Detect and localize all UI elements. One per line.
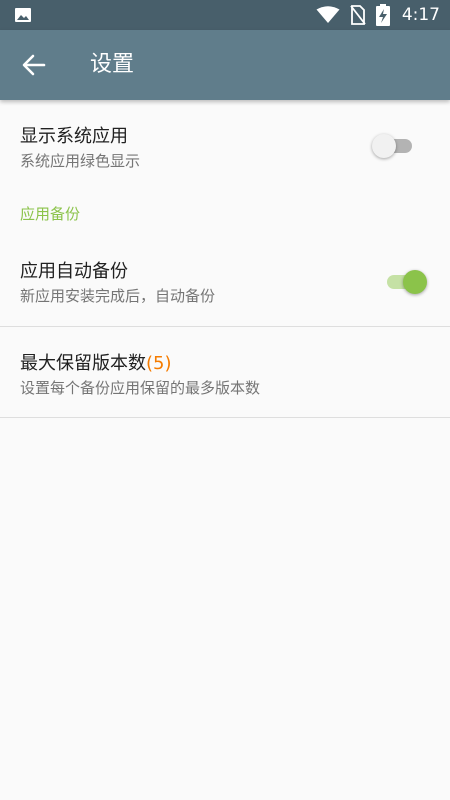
pref-summary: 新应用安装完成后，自动备份 [20, 287, 216, 305]
settings-list: 显示系统应用 系统应用绿色显示 应用备份 应用自动备份 新应用安装完成后，自动备… [0, 100, 450, 418]
auto-backup-toggle[interactable] [383, 267, 427, 297]
pref-max-versions[interactable]: 最大保留版本数(5) 设置每个备份应用保留的最多版本数 [0, 327, 450, 417]
pref-summary: 系统应用绿色显示 [20, 152, 141, 170]
pref-show-system-apps[interactable]: 显示系统应用 系统应用绿色显示 [0, 100, 450, 191]
no-sim-icon [350, 5, 366, 25]
status-time: 4:17 [401, 5, 440, 25]
category-title: 应用备份 [20, 205, 81, 223]
switch-thumb [372, 134, 396, 158]
arrow-left-icon[interactable] [20, 51, 48, 79]
page-title: 设置 [90, 52, 135, 77]
show-system-apps-toggle[interactable] [372, 131, 416, 161]
image-icon [15, 8, 31, 22]
status-bar: 4:17 [0, 0, 450, 30]
battery-charging-icon [375, 4, 390, 26]
divider [0, 417, 450, 418]
wifi-icon [316, 6, 340, 23]
pref-title: 显示系统应用 [20, 126, 128, 147]
pref-title-text: 最大保留版本数 [20, 353, 146, 374]
pref-title: 应用自动备份 [20, 261, 128, 282]
pref-auto-backup[interactable]: 应用自动备份 新应用安装完成后，自动备份 [0, 228, 450, 326]
switch-thumb [403, 270, 427, 294]
pref-summary: 设置每个备份应用保留的最多版本数 [20, 379, 261, 397]
category-header: 应用备份 [0, 191, 450, 228]
app-bar: 设置 [0, 30, 450, 100]
version-count: (5) [146, 353, 172, 374]
pref-title: 最大保留版本数(5) [20, 349, 172, 375]
